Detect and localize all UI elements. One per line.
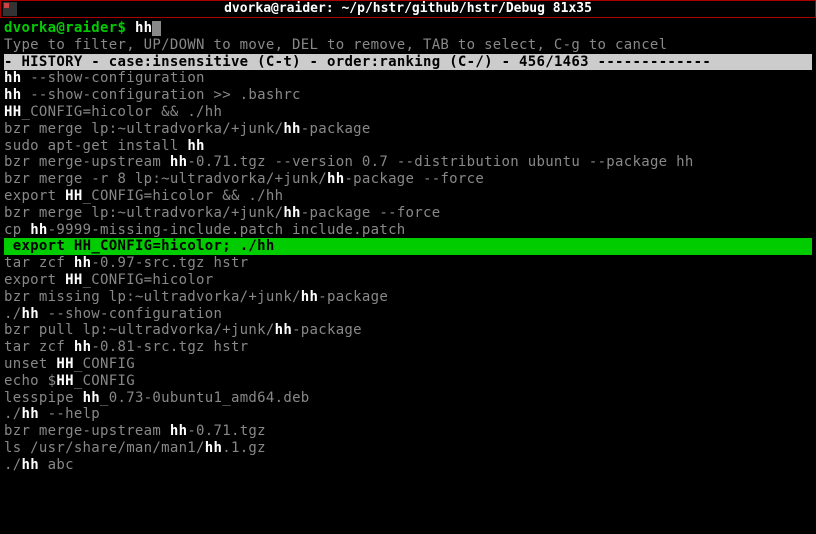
typed-command: hh [135,20,152,36]
history-entry[interactable]: export HH_CONFIG=hicolor; ./hh [4,238,812,255]
history-list: hh --show-configurationhh --show-configu… [4,70,812,473]
help-line: Type to filter, UP/DOWN to move, DEL to … [4,37,812,54]
history-entry[interactable]: unset HH_CONFIG [4,356,812,373]
history-entry[interactable]: bzr merge lp:~ultradvorka/+junk/hh-packa… [4,121,812,138]
history-header: - HISTORY - case:insensitive (C-t) - ord… [4,54,812,71]
history-entry[interactable]: ./hh --help [4,406,812,423]
terminal-area[interactable]: dvorka@raider$ hh Type to filter, UP/DOW… [0,18,816,476]
history-entry[interactable]: sudo apt-get install hh [4,138,812,155]
history-entry[interactable]: bzr merge lp:~ultradvorka/+junk/hh-packa… [4,205,812,222]
history-entry[interactable]: bzr merge -r 8 lp:~ultradvorka/+junk/hh-… [4,171,812,188]
history-entry[interactable]: tar zcf hh-0.81-src.tgz hstr [4,339,812,356]
history-entry[interactable]: bzr merge-upstream hh-0.71.tgz --version… [4,154,812,171]
history-entry[interactable]: echo $HH_CONFIG [4,373,812,390]
cursor [152,21,161,36]
history-entry[interactable]: bzr pull lp:~ultradvorka/+junk/hh-packag… [4,322,812,339]
history-entry[interactable]: cp hh-9999-missing-include.patch include… [4,222,812,239]
window-titlebar: dvorka@raider: ~/p/hstr/github/hstr/Debu… [0,0,816,18]
history-entry[interactable]: lesspipe hh_0.73-0ubuntu1_amd64.deb [4,390,812,407]
window-icon [3,2,17,16]
history-entry[interactable]: HH_CONFIG=hicolor && ./hh [4,104,812,121]
history-entry[interactable]: hh --show-configuration >> .bashrc [4,87,812,104]
history-entry[interactable]: ./hh --show-configuration [4,306,812,323]
history-entry[interactable]: export HH_CONFIG=hicolor && ./hh [4,188,812,205]
history-entry[interactable]: tar zcf hh-0.97-src.tgz hstr [4,255,812,272]
history-entry[interactable]: bzr merge-upstream hh-0.71.tgz [4,423,812,440]
prompt-user-host: dvorka@raider$ [4,20,126,36]
history-entry[interactable]: export HH_CONFIG=hicolor [4,272,812,289]
window-title: dvorka@raider: ~/p/hstr/github/hstr/Debu… [224,1,592,17]
history-entry[interactable]: hh --show-configuration [4,70,812,87]
history-entry[interactable]: ./hh abc [4,457,812,474]
history-entry[interactable]: bzr missing lp:~ultradvorka/+junk/hh-pac… [4,289,812,306]
history-entry[interactable]: ls /usr/share/man/man1/hh.1.gz [4,440,812,457]
prompt-line[interactable]: dvorka@raider$ hh [4,20,812,37]
